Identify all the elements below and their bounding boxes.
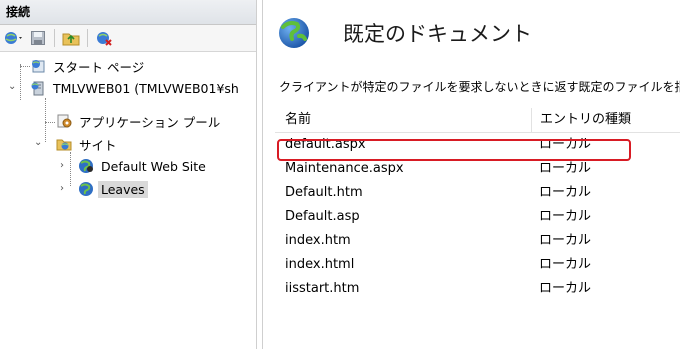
document-name: Default.htm [285, 185, 363, 200]
tree-item-label: Default Web Site [101, 158, 206, 174]
start-page-icon [30, 58, 46, 74]
default-documents-table: 名前 エントリの種類 default.aspx ローカル Maintenance… [275, 108, 680, 301]
tree-item-sites[interactable]: サイト [56, 134, 120, 154]
tree-item-label: TMLVWEB01 (TMLVWEB01¥sh [53, 80, 239, 96]
app-pool-icon [56, 113, 72, 129]
entry-type: ローカル [539, 185, 592, 200]
connect-icon[interactable] [3, 28, 25, 48]
table-row[interactable]: Default.htm ローカル [275, 181, 680, 205]
page-title: 既定のドキュメント [343, 22, 532, 46]
globe-icon [78, 158, 94, 174]
entry-type: ローカル [539, 233, 592, 248]
save-icon[interactable] [27, 28, 49, 48]
tree-line [20, 66, 30, 67]
sites-folder-icon [56, 136, 72, 152]
tree-line [45, 122, 55, 123]
expand-chevron-icon[interactable]: › [60, 160, 64, 171]
tree-item-leaves[interactable]: Leaves [78, 179, 148, 199]
table-row[interactable]: index.htm ローカル [275, 229, 680, 253]
page-description: クライアントが特定のファイルを要求しないときに返す既定のファイルを指 [279, 80, 680, 94]
toolbar-separator [87, 29, 88, 47]
connections-tree: スタート ページ ⌄ TMLVWEB01 (TMLVWEB01¥sh アプリケー… [0, 56, 256, 349]
tree-line [20, 64, 21, 100]
column-header-name[interactable]: 名前 [275, 108, 532, 132]
document-name: Default.asp [285, 209, 360, 224]
entry-type: ローカル [539, 257, 592, 272]
disconnect-icon[interactable] [93, 28, 115, 48]
globe-icon [277, 16, 311, 50]
globe-icon [78, 181, 94, 197]
tree-line [45, 98, 46, 142]
server-icon [30, 80, 46, 96]
tree-item-app-pools[interactable]: アプリケーション プール [56, 111, 223, 131]
connections-toolbar [0, 25, 256, 52]
tree-item-label: アプリケーション プール [79, 114, 221, 130]
table-header: 名前 エントリの種類 [275, 108, 680, 133]
tree-item-server[interactable]: TMLVWEB01 (TMLVWEB01¥sh [30, 78, 242, 98]
tree-line [70, 152, 71, 186]
table-row[interactable]: iisstart.htm ローカル [275, 277, 680, 301]
document-name: index.htm [285, 233, 351, 248]
collapse-chevron-icon[interactable]: ⌄ [34, 137, 42, 148]
tree-item-label: Leaves [98, 180, 148, 198]
tree-item-start-page[interactable]: スタート ページ [30, 56, 147, 76]
toolbar-separator [54, 29, 55, 47]
connections-pane: 接続 スタート ページ ⌄ TMLVWEB01 (TMLVWEB01¥sh アプ… [0, 0, 257, 349]
document-name: index.html [285, 257, 355, 272]
connections-title: 接続 [0, 0, 256, 25]
entry-type: ローカル [539, 281, 592, 296]
column-header-entry-type[interactable]: エントリの種類 [532, 108, 631, 132]
entry-type: ローカル [539, 209, 592, 224]
collapse-chevron-icon[interactable]: ⌄ [8, 81, 16, 92]
highlight-box [277, 139, 631, 161]
tree-item-label: スタート ページ [53, 59, 145, 75]
folder-up-icon[interactable] [60, 28, 82, 48]
feature-pane: 既定のドキュメント クライアントが特定のファイルを要求しないときに返す既定のファ… [262, 0, 680, 349]
tree-item-label: サイト [79, 137, 117, 153]
document-name: iisstart.htm [285, 281, 360, 296]
table-row[interactable]: Default.asp ローカル [275, 205, 680, 229]
expand-chevron-icon[interactable]: › [60, 183, 64, 194]
table-row[interactable]: index.html ローカル [275, 253, 680, 277]
tree-item-default-web-site[interactable]: Default Web Site [78, 156, 209, 176]
